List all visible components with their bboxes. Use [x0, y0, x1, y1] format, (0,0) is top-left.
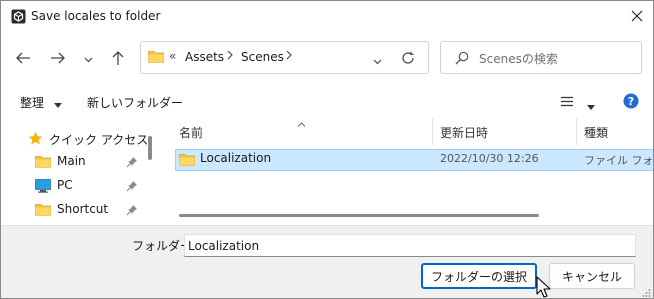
- caret-down-icon: [586, 99, 595, 113]
- organize-menu[interactable]: 整理: [20, 94, 62, 111]
- resize-grip-icon[interactable]: [641, 287, 651, 297]
- chevron-right-icon[interactable]: [286, 49, 292, 63]
- folder-icon: [35, 203, 51, 219]
- new-folder-button[interactable]: 新しいフォルダー: [87, 94, 183, 111]
- save-folder-dialog: Save locales to folder « Assets Scenes S…: [0, 0, 654, 299]
- folder-icon: [179, 153, 195, 169]
- arrow-up-icon: [111, 50, 125, 69]
- file-list: 名前 更新日時 種類 Localization 2022/10/30 12:26…: [167, 118, 653, 225]
- organize-label: 整理: [20, 96, 45, 110]
- caret-down-icon: [53, 97, 62, 111]
- breadcrumb-scenes[interactable]: Scenes: [241, 50, 284, 64]
- file-type: ファイル フォルダー: [584, 154, 654, 167]
- column-divider[interactable]: [432, 118, 433, 145]
- help-button[interactable]: ?: [623, 93, 639, 112]
- up-button[interactable]: [106, 48, 130, 70]
- chevron-right-icon[interactable]: [227, 49, 233, 63]
- search-box[interactable]: Scenesの検索: [440, 41, 642, 74]
- close-icon: [631, 10, 643, 25]
- pc-icon: [35, 179, 51, 196]
- window-title: Save locales to folder: [31, 9, 161, 23]
- file-list-horizontal-scrollbar-thumb[interactable]: [179, 214, 539, 217]
- breadcrumb-assets[interactable]: Assets: [185, 50, 224, 64]
- chevron-down-icon: [373, 54, 382, 68]
- view-list-icon: [560, 96, 578, 110]
- folder-icon: [148, 50, 164, 66]
- mouse-cursor-icon: [536, 276, 554, 298]
- sidebar-item-main[interactable]: Main: [1, 150, 143, 174]
- address-bar[interactable]: « Assets Scenes: [140, 41, 429, 74]
- file-modified: 2022/10/30 12:26: [440, 152, 539, 165]
- close-button[interactable]: [623, 5, 651, 29]
- back-button[interactable]: [11, 48, 35, 70]
- command-bar: 整理 新しいフォルダー ?: [1, 85, 653, 118]
- select-folder-button[interactable]: フォルダーの選択: [421, 263, 537, 289]
- column-header-modified[interactable]: 更新日時: [440, 124, 488, 141]
- file-name: Localization: [200, 151, 272, 165]
- recent-locations-button[interactable]: [79, 48, 97, 70]
- sidebar-item-label: Main: [57, 154, 86, 168]
- search-input[interactable]: Scenesの検索: [479, 50, 558, 67]
- pin-icon: [126, 156, 138, 168]
- sidebar-item-shortcut[interactable]: Shortcut: [1, 198, 143, 222]
- search-icon: [455, 51, 469, 68]
- refresh-button[interactable]: [401, 51, 415, 68]
- column-header-name[interactable]: 名前: [179, 124, 203, 141]
- chevron-down-icon: [84, 52, 93, 66]
- navigation-pane-scrollbar-thumb[interactable]: [148, 136, 152, 160]
- navigation-pane-scrollbar[interactable]: [146, 118, 154, 225]
- pin-icon: [126, 180, 138, 192]
- help-icon: ?: [623, 93, 639, 112]
- forward-button[interactable]: [46, 48, 70, 70]
- cancel-button[interactable]: キャンセル: [549, 263, 635, 289]
- title-bar: Save locales to folder: [1, 1, 653, 33]
- column-divider[interactable]: [576, 118, 577, 145]
- sidebar-item-label: クイック アクセス: [49, 133, 149, 147]
- arrow-right-icon: [50, 51, 66, 68]
- sidebar-item-label: PC: [57, 178, 73, 192]
- sidebar-item-quick-access[interactable]: クイック アクセス: [1, 127, 148, 151]
- refresh-icon: [401, 51, 415, 68]
- folder-name-field[interactable]: [184, 234, 636, 257]
- folder-icon: [35, 155, 51, 171]
- sidebar-item-label: Shortcut: [57, 202, 109, 216]
- view-options-button[interactable]: [560, 96, 595, 113]
- column-header-type[interactable]: 種類: [584, 124, 608, 141]
- sort-ascending-icon: [297, 116, 306, 130]
- address-dropdown-button[interactable]: [373, 54, 382, 68]
- svg-text:?: ?: [628, 95, 634, 108]
- pin-icon: [126, 204, 138, 216]
- breadcrumb-overflow[interactable]: «: [169, 49, 176, 63]
- sidebar-item-pc[interactable]: PC: [1, 174, 143, 198]
- unity-logo-icon: [11, 9, 26, 24]
- arrow-left-icon: [15, 51, 31, 68]
- dialog-footer: フォルダー: フォルダーの選択 キャンセル: [1, 225, 653, 298]
- navigation-bar: « Assets Scenes Scenesの検索: [1, 33, 653, 85]
- navigation-pane: クイック アクセス Main PC Shortcut: [1, 118, 166, 225]
- star-icon: [28, 131, 43, 149]
